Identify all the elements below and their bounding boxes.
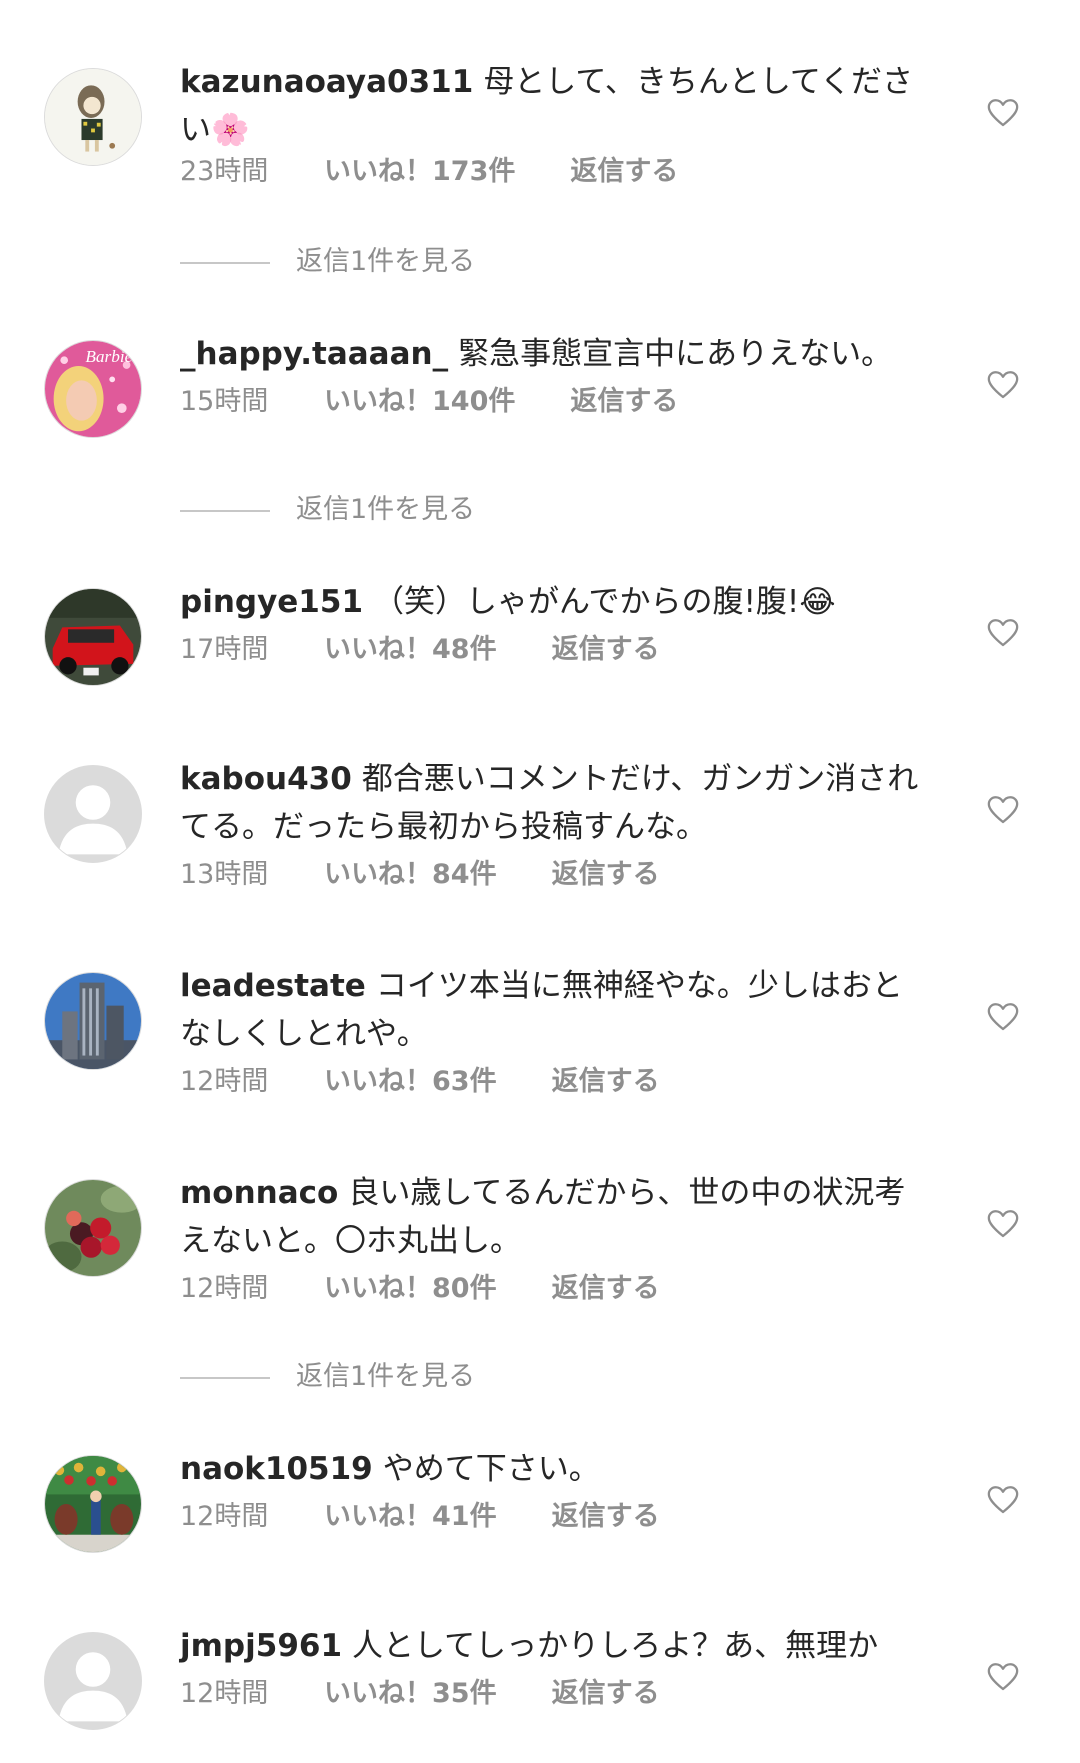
avatar[interactable] — [44, 1632, 142, 1730]
avatar[interactable]: Barbie — [44, 340, 142, 438]
comment-time: 12時間 — [180, 1273, 269, 1304]
avatar[interactable] — [44, 972, 142, 1070]
reply-button[interactable]: 返信する — [552, 1271, 660, 1307]
heart-outline-icon[interactable] — [986, 368, 1020, 402]
comment-text: 緊急事態宣言中にありえない。 — [458, 336, 893, 372]
comment-username[interactable]: leadestate — [180, 968, 366, 1004]
reply-button[interactable]: 返信する — [552, 1499, 660, 1535]
comment-likes[interactable]: いいね！35件 — [324, 1676, 497, 1712]
avatar[interactable] — [44, 765, 142, 863]
comment-username[interactable]: jmpj5961 — [180, 1628, 342, 1664]
comment-meta: 15時間 いいね！140件 返信する — [180, 384, 678, 420]
avatar[interactable] — [44, 588, 142, 686]
avatar[interactable] — [44, 1455, 142, 1553]
view-replies[interactable]: 返信1件を見る — [180, 1359, 475, 1395]
view-replies[interactable]: 返信1件を見る — [180, 244, 475, 280]
comment-meta: 12時間 いいね！80件 返信する — [180, 1271, 660, 1307]
comment-time: 17時間 — [180, 634, 269, 665]
heart-outline-icon[interactable] — [986, 1207, 1020, 1241]
heart-outline-icon[interactable] — [986, 616, 1020, 650]
comment-time: 12時間 — [180, 1501, 269, 1532]
comment-likes[interactable]: いいね！84件 — [324, 857, 497, 893]
reply-button[interactable]: 返信する — [570, 384, 678, 420]
comment-text: やめて下さい。 — [382, 1451, 600, 1487]
heart-outline-icon[interactable] — [986, 96, 1020, 130]
comment-meta: 12時間 いいね！41件 返信する — [180, 1499, 660, 1535]
comment-likes[interactable]: いいね！80件 — [324, 1271, 497, 1307]
comment-time: 13時間 — [180, 859, 269, 890]
comment-meta: 17時間 いいね！48件 返信する — [180, 632, 660, 668]
comment-time: 12時間 — [180, 1678, 269, 1709]
avatar[interactable] — [44, 68, 142, 166]
replies-divider — [180, 1376, 270, 1379]
reply-button[interactable]: 返信する — [552, 1676, 660, 1712]
comment-likes[interactable]: いいね！140件 — [324, 384, 515, 420]
comment-username[interactable]: kabou430 — [180, 761, 352, 797]
heart-outline-icon[interactable] — [986, 1660, 1020, 1694]
comment-likes[interactable]: いいね！173件 — [324, 154, 515, 190]
avatar[interactable] — [44, 1179, 142, 1277]
replies-divider — [180, 261, 270, 264]
comment-username[interactable]: _happy.taaaan_ — [180, 336, 448, 372]
comment-time: 12時間 — [180, 1066, 269, 1097]
replies-divider — [180, 509, 270, 512]
reply-button[interactable]: 返信する — [552, 632, 660, 668]
reply-button[interactable]: 返信する — [570, 154, 678, 190]
comment-username[interactable]: monnaco — [180, 1175, 338, 1211]
comment-text: 人としてしっかりしろよ？あ、無理か — [352, 1628, 879, 1664]
reply-button[interactable]: 返信する — [552, 1064, 660, 1100]
view-replies[interactable]: 返信1件を見る — [180, 492, 475, 528]
comment-meta: 12時間 いいね！63件 返信する — [180, 1064, 660, 1100]
comment-meta: 23時間 いいね！173件 返信する — [180, 154, 678, 190]
comment-username[interactable]: pingye151 — [180, 584, 363, 620]
comment-likes[interactable]: いいね！48件 — [324, 632, 497, 668]
comment-meta: 13時間 いいね！84件 返信する — [180, 857, 660, 893]
heart-outline-icon[interactable] — [986, 1483, 1020, 1517]
comment-time: 15時間 — [180, 386, 269, 417]
heart-outline-icon[interactable] — [986, 1000, 1020, 1034]
svg-text:Barbie: Barbie — [85, 347, 132, 366]
comment-username[interactable]: naok10519 — [180, 1451, 373, 1487]
comment-meta: 12時間 いいね！35件 返信する — [180, 1676, 660, 1712]
comment-text: （笑）しゃがんでからの腹!腹!😂 — [373, 584, 836, 620]
comment-likes[interactable]: いいね！41件 — [324, 1499, 497, 1535]
reply-button[interactable]: 返信する — [552, 857, 660, 893]
comment-username[interactable]: kazunaoaya0311 — [180, 64, 473, 100]
heart-outline-icon[interactable] — [986, 793, 1020, 827]
comment-likes[interactable]: いいね！63件 — [324, 1064, 497, 1100]
comment-time: 23時間 — [180, 156, 269, 187]
